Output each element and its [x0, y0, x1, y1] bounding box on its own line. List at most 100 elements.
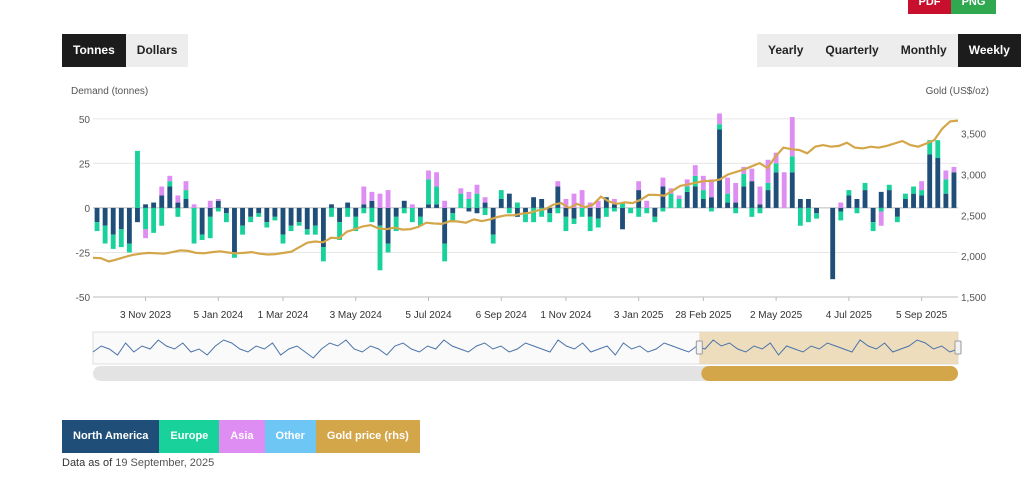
bar-north-america	[773, 172, 779, 208]
bar-europe	[167, 181, 173, 187]
bar-europe	[660, 207, 666, 212]
bar-europe	[183, 190, 189, 199]
bar-europe	[523, 213, 528, 223]
bar-north-america	[272, 207, 278, 217]
legend-gold-price[interactable]: Gold price (rhs)	[315, 420, 420, 453]
bar-europe	[733, 207, 739, 214]
bar-north-america	[894, 207, 900, 217]
bar-asia	[207, 200, 213, 208]
bar-europe	[175, 207, 181, 217]
bar-europe	[547, 213, 553, 223]
bar-europe	[943, 179, 949, 194]
bar-europe	[135, 150, 140, 208]
bar-europe	[377, 225, 383, 271]
bar-europe	[894, 216, 900, 223]
bar-europe	[110, 234, 116, 249]
bar-asia	[943, 170, 949, 180]
bar-europe	[595, 218, 601, 228]
bar-north-america	[563, 207, 569, 217]
bar-asia	[442, 200, 448, 208]
legend-europe[interactable]: Europe	[159, 420, 220, 453]
bar-north-america	[207, 207, 213, 217]
bar-north-america	[434, 204, 439, 208]
navigator-selection	[699, 332, 958, 364]
bar-north-america	[498, 199, 504, 208]
bar-north-america	[911, 193, 916, 208]
bar-north-america	[94, 207, 100, 223]
bar-europe	[684, 186, 690, 192]
bar-north-america	[466, 207, 472, 212]
x-tick-label: 2 May 2025	[750, 310, 803, 321]
bar-north-america	[143, 204, 148, 208]
chart-legend: North America Europe Asia Other Gold pri…	[62, 420, 420, 453]
bar-north-america	[329, 204, 334, 208]
bar-europe	[838, 211, 844, 221]
bar-north-america	[118, 207, 124, 230]
x-tick-label: 3 Jan 2025	[614, 310, 664, 321]
bar-europe	[644, 207, 650, 214]
bar-north-america	[789, 172, 795, 208]
navigator-handle[interactable]	[695, 340, 703, 355]
bar-europe	[741, 174, 747, 187]
bar-asia	[781, 172, 787, 208]
bar-north-america	[806, 199, 811, 208]
bar-north-america	[482, 202, 488, 208]
bar-north-america	[401, 200, 407, 208]
bar-north-america	[183, 199, 189, 208]
bar-north-america	[474, 207, 480, 214]
bar-asia	[361, 186, 367, 205]
bar-asia	[725, 177, 731, 194]
bar-asia	[183, 181, 189, 191]
legend-asia[interactable]: Asia	[219, 420, 265, 453]
bar-europe	[426, 179, 431, 205]
bar-europe	[223, 213, 229, 223]
bar-north-america	[903, 199, 908, 208]
bar-north-america	[846, 195, 852, 208]
bar-europe	[151, 207, 157, 233]
bar-north-america	[660, 186, 666, 208]
y-tick-label: 0	[84, 204, 90, 215]
bar-north-america	[838, 207, 844, 212]
bar-europe	[757, 207, 763, 214]
bar-asia	[167, 175, 173, 182]
x-tick-label: 5 Jul 2024	[405, 310, 452, 321]
bar-europe	[199, 234, 205, 240]
x-tick-label: 1 Nov 2024	[540, 310, 592, 321]
bar-north-america	[345, 202, 351, 208]
legend-north-america[interactable]: North America	[62, 420, 160, 453]
scrollbar-thumb[interactable]	[701, 366, 958, 381]
x-tick-label: 4 Jul 2025	[826, 310, 873, 321]
bar-asia	[458, 188, 464, 194]
bar-north-america	[935, 158, 941, 208]
y2-axis-title: Gold (US$/oz)	[926, 86, 989, 97]
bar-europe	[345, 207, 351, 217]
bar-north-america	[361, 204, 367, 208]
bar-europe	[878, 207, 884, 212]
bar-asia	[878, 211, 884, 226]
bar-north-america	[620, 207, 625, 230]
bar-europe	[709, 207, 714, 212]
bar-europe	[498, 190, 504, 199]
bar-europe	[692, 175, 698, 187]
bar-europe	[312, 225, 318, 235]
bar-europe	[846, 190, 852, 196]
bar-europe	[94, 222, 100, 232]
bar-asia	[215, 199, 221, 201]
bar-north-america	[256, 207, 262, 214]
bar-europe	[118, 229, 124, 248]
legend-other[interactable]: Other	[264, 420, 316, 453]
bar-europe	[434, 186, 439, 205]
bar-europe	[919, 190, 925, 196]
bar-europe	[903, 193, 908, 199]
bar-europe	[797, 207, 803, 226]
navigator-handle[interactable]	[954, 340, 962, 355]
bar-north-america	[878, 191, 884, 208]
bar-north-america	[369, 200, 375, 208]
bar-north-america	[126, 207, 132, 244]
bar-north-america	[159, 195, 165, 208]
bar-europe	[668, 193, 674, 208]
bar-europe	[628, 207, 634, 214]
bar-europe	[264, 222, 270, 228]
bar-europe	[369, 207, 375, 223]
bar-europe	[935, 140, 941, 159]
